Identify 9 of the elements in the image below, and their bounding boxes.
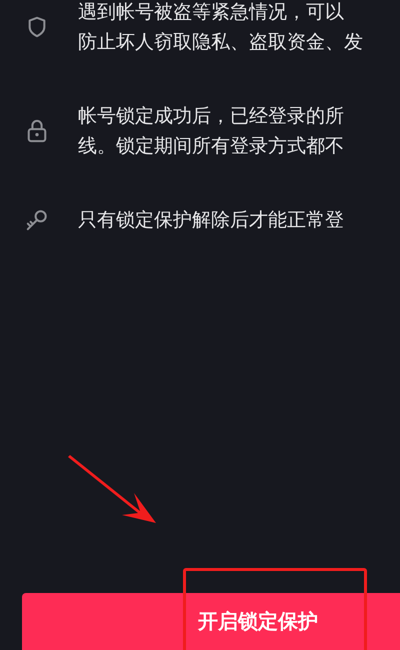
description-text: 帐号锁定成功后，已经登录的所: [78, 104, 344, 128]
shield-icon: [26, 15, 48, 39]
description-text: 只有锁定保护解除后才能正常登: [78, 208, 344, 232]
description-text: 防止坏人窃取隐私、盗取资金、发: [78, 30, 363, 54]
description-text: 线。锁定期间所有登录方式都不: [78, 134, 344, 158]
key-icon: [25, 209, 49, 231]
description-text: 遇到帐号被盗等紧急情况，可以: [78, 0, 345, 24]
enable-lock-button[interactable]: 开启锁定保护: [22, 593, 400, 650]
lock-icon: [26, 118, 48, 144]
